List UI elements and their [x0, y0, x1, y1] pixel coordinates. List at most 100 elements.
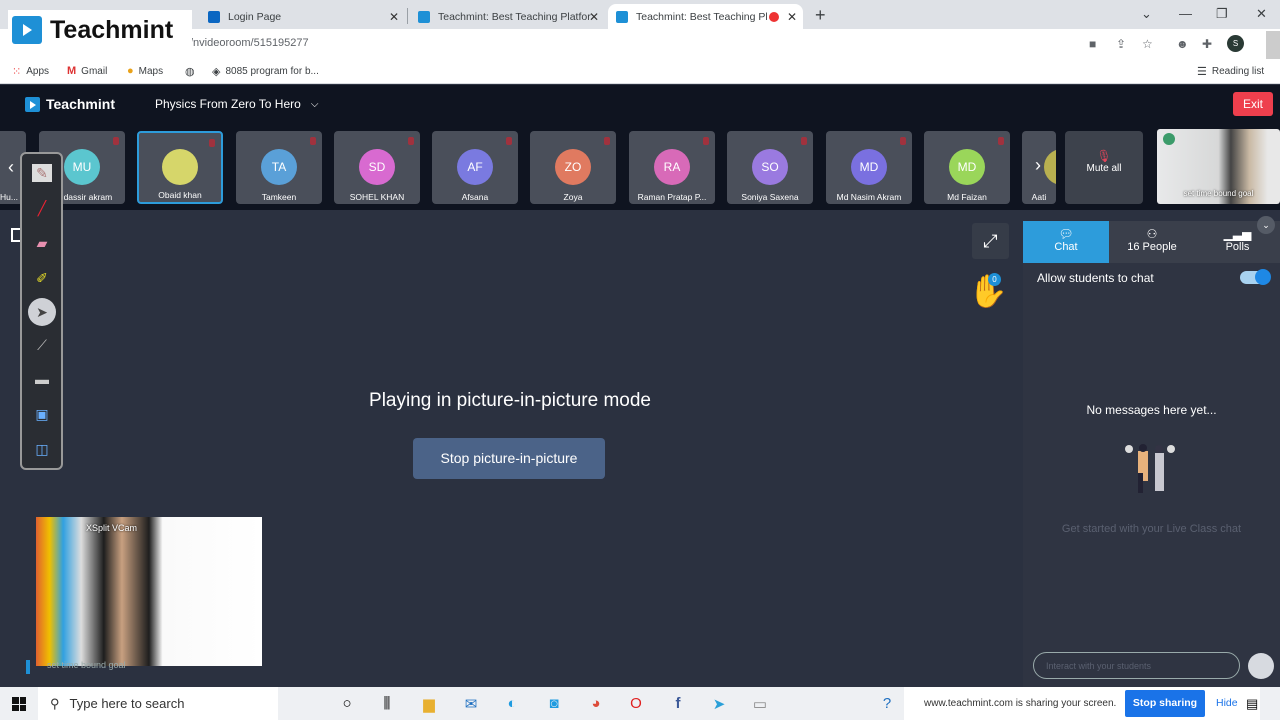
- line-icon[interactable]: ⟋: [32, 336, 52, 354]
- pen-icon[interactable]: ╱: [32, 199, 52, 217]
- bookmark-gmail[interactable]: M Gmail: [67, 65, 107, 77]
- star-icon[interactable]: ☆: [1142, 37, 1153, 51]
- hide-button[interactable]: Hide: [1216, 697, 1238, 709]
- camera-icon[interactable]: ■: [1089, 37, 1096, 51]
- eraser-icon[interactable]: ▰: [32, 234, 52, 252]
- participant-tile[interactable]: SD SOHEL KHAN: [334, 131, 420, 204]
- screen-share-notification: www.teachmint.com is sharing your screen…: [904, 687, 1260, 720]
- close-tab-icon[interactable]: ✕: [389, 10, 399, 24]
- tab-label: Polls: [1225, 241, 1250, 253]
- feedback-icon[interactable]: ▭: [749, 695, 771, 713]
- close-tab-icon[interactable]: ✕: [589, 10, 599, 24]
- bookmark-apps[interactable]: ⁙ Apps: [12, 65, 49, 78]
- stop-sharing-button[interactable]: Stop sharing: [1125, 690, 1205, 717]
- close-window-icon[interactable]: ✕: [1256, 6, 1267, 22]
- file-explorer-icon[interactable]: ▆: [418, 695, 440, 713]
- mic-muted-icon: [408, 137, 414, 145]
- scroll-left-arrow[interactable]: ‹: [8, 157, 14, 178]
- course-selector[interactable]: Physics From Zero To Hero ⌵: [155, 97, 318, 111]
- new-tab-button[interactable]: +: [815, 5, 826, 26]
- pip-message: Playing in picture-in-picture mode: [369, 390, 651, 411]
- reading-list-button[interactable]: ☰ Reading list: [1197, 65, 1264, 78]
- cursor-icon[interactable]: ➤: [28, 298, 56, 326]
- participant-tile[interactable]: SO Soniya Saxena: [727, 131, 813, 204]
- profile-avatar[interactable]: S: [1227, 35, 1244, 52]
- search-icon: ⚲: [50, 695, 60, 711]
- expand-icon[interactable]: ⤢: [972, 223, 1009, 259]
- exit-button[interactable]: Exit: [1233, 92, 1273, 116]
- participant-tile[interactable]: RA Raman Pratap P...: [629, 131, 715, 204]
- share-icon[interactable]: ⇪: [1116, 37, 1126, 51]
- url-field[interactable]: /nvideoroom/515195277: [190, 37, 309, 49]
- mic-muted-icon: [998, 137, 1004, 145]
- keyboard-icon[interactable]: ▬: [32, 370, 52, 388]
- stop-pip-button[interactable]: Stop picture-in-picture: [413, 438, 605, 479]
- participant-tile[interactable]: ZO Zoya: [530, 131, 616, 204]
- participant-name: Soniya Saxena: [741, 192, 799, 202]
- windows-start-icon[interactable]: [12, 697, 26, 711]
- opera-icon[interactable]: O: [625, 695, 647, 712]
- facebook-icon[interactable]: f: [667, 695, 689, 712]
- tab-people[interactable]: ⚇ 16 People: [1109, 221, 1195, 263]
- extension-panda-icon[interactable]: ☻: [1176, 37, 1189, 51]
- maximize-icon[interactable]: ❐: [1216, 6, 1228, 22]
- browser-tab[interactable]: Login Page ✕: [200, 4, 405, 29]
- browser-tab-bar: Login Page ✕ Teachmint: Best Teaching Pl…: [0, 0, 1280, 29]
- participant-tile[interactable]: MD Md Nasim Akram: [826, 131, 912, 204]
- participant-tile[interactable]: AF Afsana: [432, 131, 518, 204]
- participant-name: Aati: [1031, 192, 1047, 202]
- scroll-right-arrow[interactable]: ›: [1035, 155, 1041, 176]
- edge-icon[interactable]: ◐: [501, 695, 523, 712]
- notification-icon[interactable]: ▤: [1246, 696, 1258, 712]
- teacher-video-caption: set time bound goal: [1183, 189, 1254, 198]
- reading-list-icon: ☰: [1197, 66, 1207, 78]
- highlighter-icon[interactable]: ✐: [32, 269, 52, 287]
- tab-divider: [407, 8, 408, 24]
- bookmark-8085[interactable]: ◈ 8085 program for b...: [212, 65, 319, 78]
- mute-all-button[interactable]: 🎙 Mute all: [1065, 131, 1143, 204]
- allow-chat-toggle[interactable]: [1240, 269, 1271, 285]
- teacher-video-tile[interactable]: set time bound goal: [1157, 129, 1280, 204]
- chrome-icon[interactable]: ◕: [585, 695, 607, 712]
- cortana-icon[interactable]: ○: [336, 695, 358, 712]
- tab-label: 16 People: [1127, 241, 1177, 253]
- browser-tab-active[interactable]: Teachmint: Best Teaching Pl ✕: [608, 4, 803, 29]
- camera-source-label: XSplit VCam: [86, 523, 138, 533]
- windows-taskbar: ⚲ Type here to search ○ ⫼ ▆ ✉ ◐ ◙ ◕ O f …: [0, 687, 1280, 720]
- extensions-icon[interactable]: ✚: [1202, 37, 1212, 51]
- task-view-icon[interactable]: ⫼: [376, 695, 398, 712]
- taskbar-search[interactable]: ⚲ Type here to search: [38, 687, 278, 720]
- bookmark-maps[interactable]: ● Maps: [127, 65, 163, 77]
- send-button[interactable]: [1248, 653, 1274, 679]
- participant-tile[interactable]: MD Md Faizan: [924, 131, 1010, 204]
- mic-on-icon: [1163, 133, 1175, 145]
- mic-off-icon: 🎙: [1096, 149, 1112, 163]
- raised-hands-count: 0: [988, 273, 1001, 286]
- mail-icon[interactable]: ✉: [460, 695, 482, 713]
- participant-tile[interactable]: TA Tamkeen: [236, 131, 322, 204]
- bookmark-globe[interactable]: ◍: [185, 65, 200, 78]
- side-widget: [1266, 31, 1280, 59]
- app-icon[interactable]: ◙: [543, 695, 565, 712]
- tab-search-icon[interactable]: ⌄: [1141, 6, 1152, 22]
- mic-muted-icon: [604, 137, 610, 145]
- people-icon: ⚇: [1146, 227, 1158, 241]
- chat-input[interactable]: Interact with your students: [1033, 652, 1240, 679]
- help-icon[interactable]: ?: [876, 695, 898, 712]
- globe-icon: ◍: [185, 66, 195, 78]
- app-header: Teachmint Physics From Zero To Hero ⌵ Ex…: [0, 85, 1280, 125]
- share-screen-icon[interactable]: ◫: [32, 440, 52, 458]
- participant-tile-selected[interactable]: Obaid khan: [137, 131, 223, 204]
- close-tab-icon[interactable]: ✕: [787, 10, 797, 24]
- self-camera-preview[interactable]: XSplit VCam: [36, 517, 262, 666]
- whiteboard-icon[interactable]: ✎: [32, 164, 52, 182]
- tab-chat[interactable]: 💬︎ Chat: [1023, 221, 1109, 263]
- participant-avatar: SD: [359, 149, 395, 185]
- participant-name: Obaid khan: [158, 190, 202, 200]
- participant-avatar: MU: [64, 149, 100, 185]
- browser-tab[interactable]: Teachmint: Best Teaching Platfor ✕: [410, 4, 605, 29]
- participants-strip: Hu... MU Mudassir akram Obaid khan TA Ta…: [0, 125, 1280, 210]
- telegram-icon[interactable]: ➤: [708, 695, 730, 713]
- minimize-icon[interactable]: —: [1179, 6, 1192, 21]
- collapse-panel-icon[interactable]: ⌄: [1257, 216, 1275, 234]
